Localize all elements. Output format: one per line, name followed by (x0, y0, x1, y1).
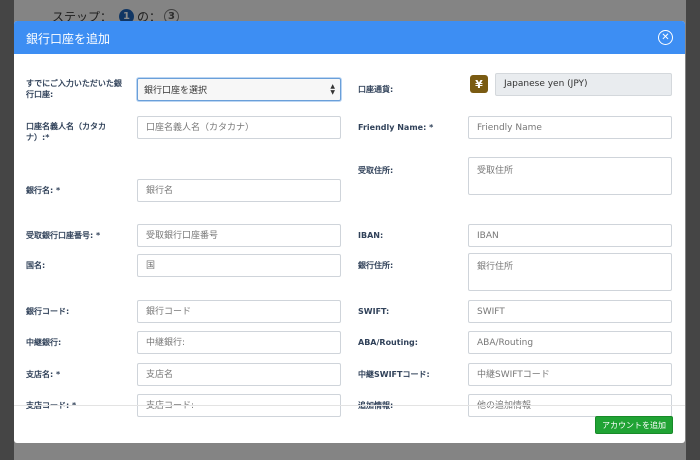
bank-address-input[interactable] (468, 253, 672, 291)
intermediary-bank-label: 中継銀行: (26, 338, 62, 347)
currency-label: 口座通貨: (358, 85, 394, 94)
aba-routing-input[interactable] (468, 331, 672, 354)
bank-address-label: 銀行住所: (358, 261, 394, 270)
holder-kana-input[interactable] (137, 116, 341, 139)
modal-body: すでにご入力いただいた銀行口座: 銀行口座を選択 ▲ ▼ 口座名義人名（カタカナ）… (14, 54, 685, 417)
saved-account-select[interactable]: 銀行口座を選択 ▲ ▼ (137, 78, 341, 101)
saved-account-label: すでにご入力いただいた銀行口座: (26, 79, 122, 99)
yen-icon: ¥ (470, 75, 488, 93)
close-circle-icon[interactable]: ✕ (658, 30, 673, 45)
country-input[interactable] (137, 254, 341, 277)
currency-display: ¥ Japanese yen (JPY) (470, 72, 672, 96)
holder-kana-label: 口座名義人名（カタカナ）:* (26, 122, 106, 142)
modal-title: 銀行口座を追加 (26, 32, 111, 46)
intermediary-swift-label: 中継SWIFTコード: (358, 370, 430, 379)
bank-name-input[interactable] (137, 179, 341, 202)
add-bank-account-modal: 銀行口座を追加 ✕ すでにご入力いただいた銀行口座: 銀行口座を選択 ▲ ▼ 口座… (14, 21, 685, 443)
country-label: 国名: (26, 261, 46, 270)
iban-label: IBAN: (358, 231, 384, 240)
branch-name-label: 支店名: * (26, 370, 61, 379)
bank-code-label: 銀行コード: (26, 307, 70, 316)
branch-name-input[interactable] (137, 363, 341, 386)
aba-routing-label: ABA/Routing: (358, 338, 418, 347)
saved-account-value: 銀行口座を選択 (144, 86, 208, 96)
bank-name-label: 銀行名: * (26, 186, 61, 195)
modal-header: 銀行口座を追加 ✕ (14, 21, 685, 54)
bank-code-input[interactable] (137, 300, 341, 323)
iban-input[interactable] (468, 224, 672, 247)
account-number-input[interactable] (137, 224, 341, 247)
swift-label: SWIFT: (358, 307, 390, 316)
intermediary-swift-input[interactable] (468, 363, 672, 386)
select-arrows-icon: ▲ ▼ (330, 83, 335, 96)
intermediary-bank-input[interactable] (137, 331, 341, 354)
friendly-name-label: Friendly Name: * (358, 123, 434, 132)
account-number-label: 受取銀行口座番号: * (26, 231, 101, 240)
swift-input[interactable] (468, 300, 672, 323)
add-account-button[interactable]: アカウントを追加 (595, 416, 673, 434)
modal-footer: アカウントを追加 (14, 405, 685, 443)
currency-value: Japanese yen (JPY) (495, 72, 672, 96)
friendly-name-input[interactable] (468, 116, 672, 139)
recipient-address-input[interactable] (468, 157, 672, 195)
recipient-address-label: 受取住所: (358, 166, 394, 175)
